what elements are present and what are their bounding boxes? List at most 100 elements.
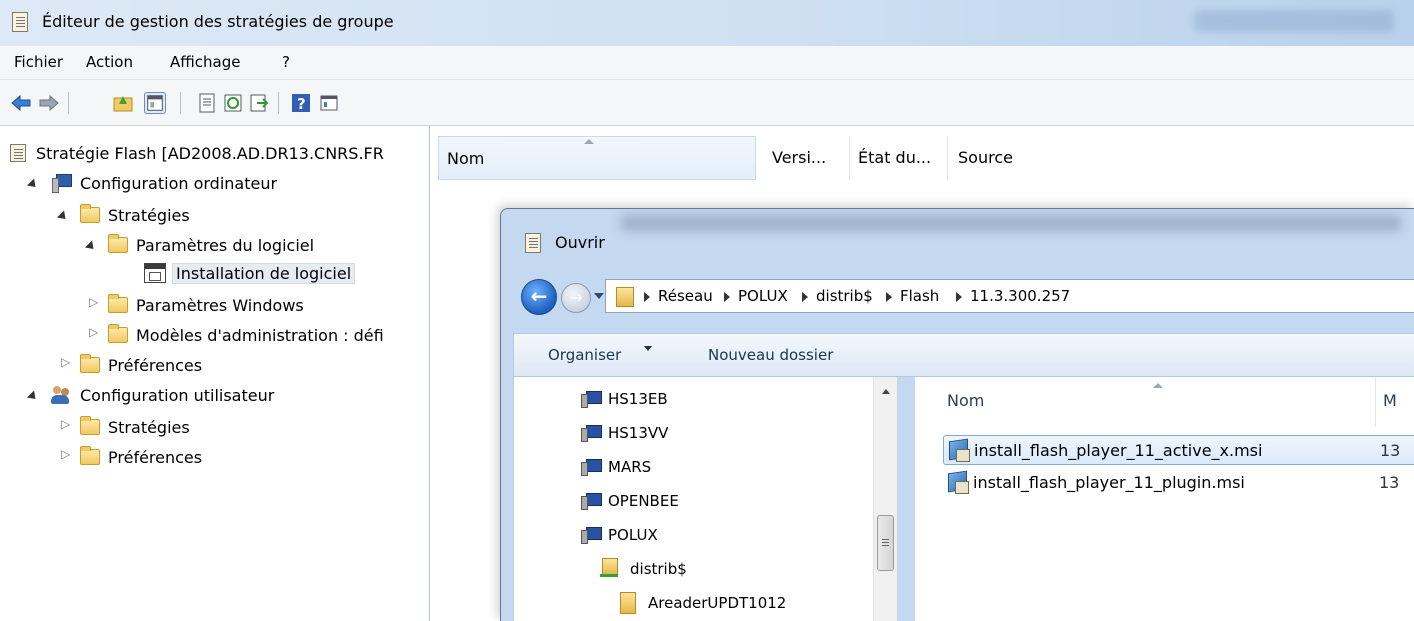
toolbar-separator: [68, 92, 69, 114]
nav-item-label: AreaderUPDT1012: [648, 594, 787, 612]
collapse-arrow-icon[interactable]: [89, 325, 98, 340]
export-icon[interactable]: [248, 92, 270, 114]
file-name: install_flash_player_11_active_x.msi: [974, 440, 1263, 460]
expand-arrow-icon[interactable]: [26, 178, 40, 191]
file-row[interactable]: install_flash_player_11_active_x.msi 13: [943, 435, 1414, 465]
tree-item-label: Préférences: [108, 447, 203, 467]
folder-icon: [80, 446, 100, 465]
column-header-name[interactable]: Nom: [947, 391, 984, 410]
nav-item-label: OPENBEE: [608, 492, 679, 510]
breadcrumb-arrow-icon[interactable]: [724, 292, 730, 302]
tree-item-user-preferences[interactable]: Préférences: [60, 444, 202, 470]
breadcrumb-distrib[interactable]: distrib$: [816, 287, 873, 305]
tree-item-preferences[interactable]: Préférences: [60, 352, 202, 378]
collapse-arrow-icon[interactable]: [61, 417, 70, 432]
new-folder-button[interactable]: Nouveau dossier: [708, 346, 833, 364]
scroll-thumb[interactable]: [877, 515, 894, 571]
nav-item-mars[interactable]: MARS: [580, 455, 651, 479]
column-divider[interactable]: [1375, 377, 1376, 427]
column-header-nom[interactable]: Nom: [438, 136, 756, 180]
breadcrumb-arrow-icon[interactable]: [644, 292, 650, 302]
users-icon: [50, 385, 72, 405]
menu-action[interactable]: Action: [86, 53, 133, 71]
menu-affichage[interactable]: Affichage: [170, 53, 240, 71]
tree-root[interactable]: Stratégie Flash [AD2008.AD.DR13.CNRS.FR: [10, 140, 384, 166]
forward-button[interactable]: →: [561, 283, 591, 313]
expand-arrow-icon[interactable]: [56, 210, 70, 223]
column-header-modified[interactable]: M: [1383, 391, 1397, 410]
policy-icon: [10, 144, 26, 162]
tree-item-label: Paramètres du logiciel: [136, 235, 315, 255]
forward-arrow-icon[interactable]: [38, 92, 60, 114]
file-row[interactable]: install_flash_player_11_plugin.msi 13: [943, 467, 1414, 497]
breadcrumb-arrow-icon[interactable]: [886, 292, 892, 302]
sort-ascending-icon: [584, 139, 594, 144]
tree-item-windows-params[interactable]: Paramètres Windows: [88, 292, 304, 318]
breadcrumb-arrow-icon[interactable]: [802, 292, 808, 302]
nav-item-hs13eb[interactable]: HS13EB: [580, 387, 668, 411]
scroll-up-icon[interactable]: [882, 389, 890, 394]
recent-locations-dropdown[interactable]: [594, 293, 604, 299]
breadcrumb-version[interactable]: 11.3.300.257: [970, 287, 1070, 305]
tree-item-label: Modèles d'administration : défi: [136, 325, 384, 345]
refresh-icon[interactable]: [222, 92, 244, 114]
column-label: État du...: [858, 148, 932, 167]
tree-item-label: Stratégies: [108, 417, 190, 437]
breadcrumb-reseau[interactable]: Réseau: [658, 287, 713, 305]
expand-arrow-icon[interactable]: [26, 390, 40, 403]
computer-icon: [580, 425, 602, 442]
collapse-arrow-icon[interactable]: [61, 355, 70, 370]
menu-fichier[interactable]: Fichier: [14, 53, 63, 71]
help-icon[interactable]: ?: [290, 92, 312, 114]
collapse-arrow-icon[interactable]: [89, 295, 98, 310]
column-header-state[interactable]: État du...: [850, 136, 948, 180]
folder-icon: [108, 324, 128, 343]
tree-item-strategies[interactable]: Stratégies: [56, 202, 190, 228]
folder-icon: [80, 204, 100, 223]
tree-item-software-params[interactable]: Paramètres du logiciel: [84, 232, 315, 258]
list-header: Nom Versi... État du... Source: [438, 136, 1414, 180]
nav-item-openbee[interactable]: OPENBEE: [580, 489, 679, 513]
tree-item-software-install[interactable]: Installation de logiciel: [144, 260, 356, 286]
column-header-source[interactable]: Source: [950, 136, 1414, 180]
menu-bar: Fichier Action Affichage ?: [0, 46, 1414, 80]
properties-icon[interactable]: [196, 92, 218, 114]
nav-item-label: MARS: [608, 458, 652, 476]
organize-button[interactable]: Organiser: [548, 346, 621, 364]
breadcrumb-polux[interactable]: POLUX: [738, 287, 788, 305]
column-header-version[interactable]: Versi...: [764, 136, 850, 180]
file-modified: 13: [1380, 440, 1401, 460]
breadcrumb-flash[interactable]: Flash: [900, 287, 939, 305]
expand-arrow-icon[interactable]: [84, 240, 98, 253]
folder-icon: [620, 592, 636, 614]
tree-item-user-strategies[interactable]: Stratégies: [60, 414, 190, 440]
blurred-background-window: [1194, 10, 1394, 32]
breadcrumb-arrow-icon[interactable]: [956, 292, 962, 302]
nav-item-polux[interactable]: POLUX: [580, 523, 658, 547]
nav-item-hs13vv[interactable]: HS13VV: [580, 421, 668, 445]
toolbar: ?: [0, 80, 1414, 126]
nav-item-distrib[interactable]: distrib$: [600, 557, 687, 581]
column-label: Source: [958, 148, 1013, 167]
network-folder-icon: [616, 287, 634, 307]
view-icon[interactable]: [318, 92, 340, 114]
computer-icon: [580, 391, 602, 408]
collapse-arrow-icon[interactable]: [61, 447, 70, 462]
show-tree-icon[interactable]: [144, 92, 166, 114]
tree-item-label: Stratégies: [108, 205, 190, 225]
computer-icon: [580, 493, 602, 510]
computer-icon: [50, 174, 72, 193]
column-label: Versi...: [772, 148, 827, 167]
back-arrow-icon: ←: [530, 284, 548, 308]
nav-scrollbar[interactable]: [873, 377, 897, 621]
tree-item-computer-config[interactable]: Configuration ordinateur: [26, 170, 277, 196]
file-list-header: Nom M: [915, 377, 1414, 427]
up-folder-icon[interactable]: [112, 92, 134, 114]
menu-help[interactable]: ?: [282, 53, 290, 71]
back-arrow-icon[interactable]: [10, 92, 32, 114]
tree-item-admin-templates[interactable]: Modèles d'administration : défi: [88, 322, 384, 348]
nav-item-areaderupdt1012[interactable]: AreaderUPDT1012: [620, 591, 786, 615]
back-button[interactable]: ←: [521, 279, 557, 315]
address-bar[interactable]: Réseau POLUX distrib$ Flash 11.3.300.257: [605, 279, 1414, 313]
tree-item-user-config[interactable]: Configuration utilisateur: [26, 382, 274, 408]
